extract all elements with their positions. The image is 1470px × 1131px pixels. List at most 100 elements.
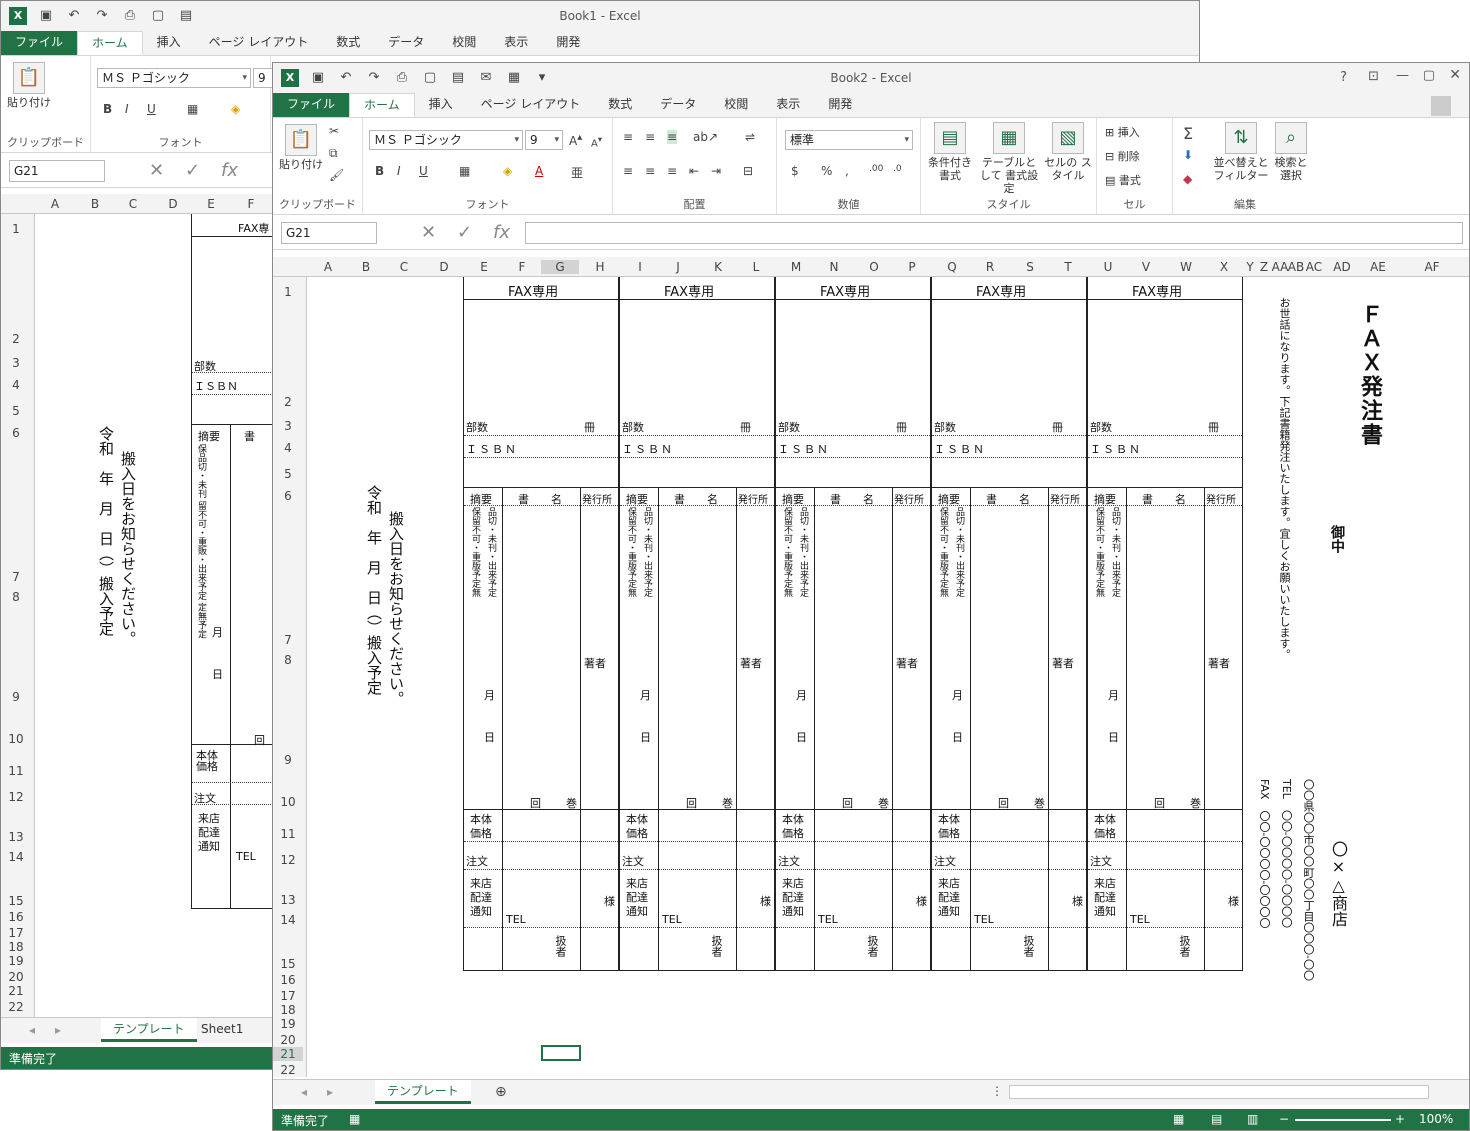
decrease-indent-icon[interactable]: ⇤	[689, 164, 699, 178]
format-cells-button[interactable]: ▤ 書式	[1105, 174, 1141, 187]
row-header-9[interactable]: 9	[273, 753, 303, 767]
tab-formulas[interactable]: 数式	[322, 31, 374, 55]
sheet-tab-sheet1[interactable]: Sheet1	[189, 1018, 255, 1042]
row-header-20[interactable]: 20	[273, 1033, 303, 1047]
sheet-tab-template[interactable]: テンプレート	[101, 1018, 197, 1042]
row-header-7[interactable]: 7	[1, 570, 31, 584]
align-center-icon[interactable]: ≡	[645, 164, 655, 178]
row-header-16[interactable]: 16	[1, 910, 31, 924]
italic-icon[interactable]: I	[125, 102, 129, 116]
col-header[interactable]: U	[1101, 260, 1115, 274]
zoom-out-icon[interactable]: −	[1279, 1112, 1289, 1126]
underline-icon[interactable]: U	[147, 102, 156, 116]
decrease-decimal-icon[interactable]: .0	[893, 164, 902, 174]
tab-file[interactable]: ファイル	[273, 93, 350, 117]
col-header[interactable]: Q	[945, 260, 959, 274]
tab-home[interactable]: ホーム	[349, 93, 415, 117]
name-box[interactable]: G21	[281, 222, 377, 244]
tab-home[interactable]: ホーム	[77, 31, 143, 55]
copy-icon[interactable]: ⧉	[329, 146, 338, 161]
sheet-tab-template[interactable]: テンプレート	[375, 1080, 471, 1104]
row-header-18[interactable]: 18	[1, 940, 31, 954]
user-avatar[interactable]	[1431, 96, 1451, 116]
tab-scroll-right-icon[interactable]: ▸	[327, 1085, 333, 1099]
row-header-7[interactable]: 7	[273, 633, 303, 647]
row-header-3[interactable]: 3	[1, 356, 31, 370]
border-icon[interactable]: ▦	[187, 102, 198, 116]
selected-cell-g21[interactable]	[541, 1045, 581, 1061]
col-header[interactable]: S	[1023, 260, 1037, 274]
align-top-icon[interactable]: ≡	[623, 130, 633, 144]
tab-view[interactable]: 表示	[762, 93, 814, 117]
row-header-9[interactable]: 9	[1, 690, 31, 704]
col-header[interactable]: H	[593, 260, 607, 274]
col-header-d[interactable]: D	[163, 197, 183, 211]
row-header-13[interactable]: 13	[273, 893, 303, 907]
cut-icon[interactable]: ✂	[329, 124, 339, 138]
col-header[interactable]: Y	[1243, 260, 1257, 274]
zoom-slider[interactable]	[1295, 1119, 1391, 1121]
underline-icon[interactable]: U	[419, 164, 428, 178]
col-header-b[interactable]: B	[85, 197, 105, 211]
tab-page-layout[interactable]: ページ レイアウト	[467, 93, 595, 117]
increase-decimal-icon[interactable]: .00	[869, 164, 883, 174]
sort-filter-button[interactable]: ⇅ 並べ替えと フィルター	[1213, 122, 1269, 182]
help-button[interactable]: ?	[1340, 70, 1347, 85]
cancel-icon[interactable]: ✕	[149, 160, 164, 181]
name-box[interactable]: G21	[9, 160, 105, 182]
number-format-select[interactable]: 標準	[785, 130, 913, 150]
fill-color-icon[interactable]: ◈	[503, 164, 512, 178]
row-header-12[interactable]: 12	[1, 790, 31, 804]
col-header-e[interactable]: E	[201, 197, 221, 211]
row-header-8[interactable]: 8	[273, 653, 303, 667]
font-size-select[interactable]: 9	[525, 130, 563, 150]
orientation-icon[interactable]: ab↗	[693, 130, 718, 144]
italic-icon[interactable]: I	[397, 164, 401, 178]
col-header[interactable]: P	[905, 260, 919, 274]
zoom-in-icon[interactable]: +	[1395, 1112, 1405, 1126]
page-layout-view-icon[interactable]: ▤	[1211, 1112, 1222, 1126]
fill-color-icon[interactable]: ◈	[231, 102, 240, 116]
format-painter-icon[interactable]: 🖌	[329, 168, 344, 182]
col-header[interactable]: J	[671, 260, 685, 274]
zoom-level[interactable]: 100%	[1419, 1112, 1453, 1126]
row-header-17[interactable]: 17	[1, 926, 31, 940]
col-header[interactable]: D	[437, 260, 451, 274]
col-header[interactable]: K	[711, 260, 725, 274]
row-header-5[interactable]: 5	[1, 404, 31, 418]
row-header-14[interactable]: 14	[1, 850, 31, 864]
tab-page-layout[interactable]: ページ レイアウト	[195, 31, 323, 55]
col-header[interactable]: AD	[1331, 260, 1353, 274]
col-header[interactable]: Z	[1257, 260, 1271, 274]
col-header[interactable]: C	[397, 260, 411, 274]
formula-input[interactable]	[525, 222, 1463, 244]
paste-button[interactable]: 📋 貼り付け	[7, 62, 51, 109]
col-header[interactable]: M	[789, 260, 803, 274]
phonetic-icon[interactable]: 亜	[571, 164, 583, 181]
autosum-icon[interactable]: Σ	[1183, 124, 1193, 143]
row-header-3[interactable]: 3	[273, 419, 303, 433]
row-header-2[interactable]: 2	[273, 395, 303, 409]
maximize-icon[interactable]: ▢	[1423, 68, 1435, 83]
row-header-6[interactable]: 6	[273, 489, 303, 503]
row-header-21-selected[interactable]: 21	[273, 1047, 303, 1061]
col-header[interactable]: E	[477, 260, 491, 274]
col-header[interactable]: AC	[1303, 260, 1325, 274]
row-header-1[interactable]: 1	[1, 222, 31, 236]
tab-insert[interactable]: 挿入	[415, 93, 467, 117]
tab-data[interactable]: データ	[646, 93, 710, 117]
tab-scroll-left-icon[interactable]: ◂	[29, 1023, 35, 1037]
row-header-15[interactable]: 15	[273, 957, 303, 971]
format-as-table-button[interactable]: ▦ テーブルとして 書式設定	[977, 122, 1041, 195]
align-left-icon[interactable]: ≡	[623, 164, 633, 178]
col-header[interactable]: W	[1179, 260, 1193, 274]
tab-insert[interactable]: 挿入	[143, 31, 195, 55]
row-header-17[interactable]: 17	[273, 989, 303, 1003]
row-header-22[interactable]: 22	[1, 1000, 31, 1014]
tab-view[interactable]: 表示	[490, 31, 542, 55]
row-header-2[interactable]: 2	[1, 332, 31, 346]
col-header[interactable]: V	[1139, 260, 1153, 274]
row-header-8[interactable]: 8	[1, 590, 31, 604]
row-header-19[interactable]: 19	[1, 954, 31, 968]
tab-scroll-left-icon[interactable]: ◂	[301, 1085, 307, 1099]
